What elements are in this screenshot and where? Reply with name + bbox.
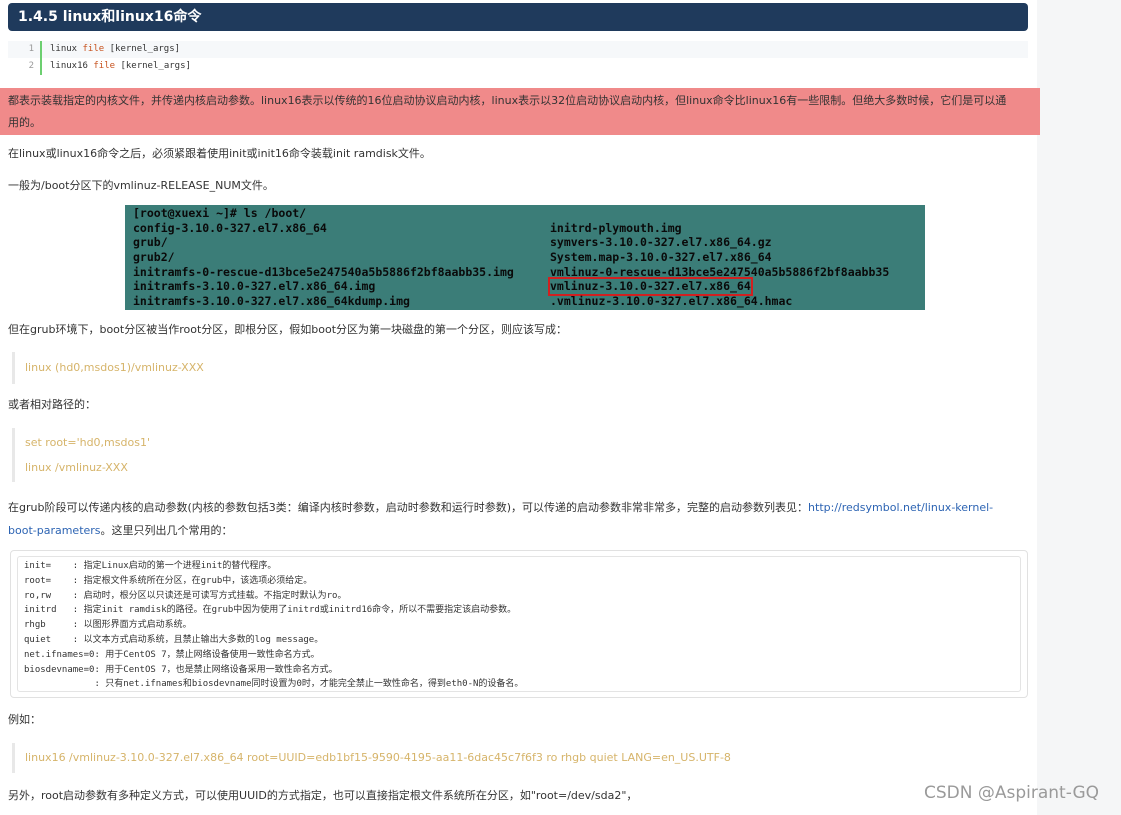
blockquote: set root='hd0,msdos1' linux /vmlinuz-XXX bbox=[12, 428, 1028, 482]
terminal-file: initrd-plymouth.img bbox=[550, 220, 682, 235]
code-block: 1 linux file [kernel_args] 2 linux16 fil… bbox=[8, 41, 1028, 77]
param-line: biosdevname=0: 用于CentOS 7，也是禁止网络设备采用一致性命… bbox=[24, 664, 338, 675]
terminal-file: grub/ bbox=[133, 235, 168, 250]
code-keyword: file bbox=[82, 44, 105, 54]
code-command: linux16 bbox=[50, 61, 88, 71]
line-number: 2 bbox=[8, 58, 42, 75]
line-number: 1 bbox=[8, 41, 42, 58]
params-code-block: init= : 指定Linux启动的第一个进程init的替代程序。 root= … bbox=[10, 550, 1028, 698]
terminal-screenshot: [root@xuexi ~]# ls /boot/ config-3.10.0-… bbox=[125, 205, 925, 310]
params-code: init= : 指定Linux启动的第一个进程init的替代程序。 root= … bbox=[17, 556, 1021, 692]
paragraph: 在grub阶段可以传递内核的启动参数(内核的参数包括3类：编译内核时参数，启动时… bbox=[8, 501, 994, 537]
blockquote: linux (hd0,msdos1)/vmlinuz-XXX bbox=[12, 352, 1028, 384]
terminal-file-highlighted: vmlinuz-3.10.0-327.el7.x86_64 bbox=[548, 277, 753, 297]
code-line: 1 linux file [kernel_args] bbox=[8, 41, 1028, 58]
paragraph: 一般为/boot分区下的vmlinuz-RELEASE_NUM文件。 bbox=[8, 179, 274, 192]
param-line: root= : 指定根文件系统所在分区，在grub中，该选项必须给定。 bbox=[24, 575, 313, 586]
watermark: CSDN @Aspirant-GQ bbox=[924, 783, 1100, 803]
terminal-file: initramfs-3.10.0-327.el7.x86_64kdump.img bbox=[133, 294, 410, 309]
paragraph: 或者相对路径的： bbox=[8, 398, 96, 411]
param-line: init= : 指定Linux启动的第一个进程init的替代程序。 bbox=[24, 561, 277, 571]
param-line: : 只有net.ifnames和biosdevname同时设置为0时，才能完全禁… bbox=[24, 679, 524, 690]
quote-line: linux /vmlinuz-XXX bbox=[25, 461, 128, 474]
param-line: quiet : 以文本方式启动系统，且禁止输出大多数的log message。 bbox=[24, 634, 324, 645]
paragraph: 但在grub环境下，boot分区被当作root分区，即根分区，假如boot分区为… bbox=[8, 323, 568, 336]
terminal-file: config-3.10.0-327.el7.x86_64 bbox=[133, 220, 327, 235]
section-heading: 1.4.5 linux和linux16命令 bbox=[8, 3, 1028, 31]
terminal-file: grub2/ bbox=[133, 250, 175, 265]
highlighted-paragraph: 都表示装载指定的内核文件，并传递内核启动参数。linux16表示以传统的16位启… bbox=[0, 88, 1040, 135]
terminal-file: System.map-3.10.0-327.el7.x86_64 bbox=[550, 250, 772, 265]
right-rail bbox=[1037, 0, 1121, 815]
quote-line: linux (hd0,msdos1)/vmlinuz-XXX bbox=[25, 361, 204, 374]
param-line: initrd : 指定init ramdisk的路径。在grub中因为使用了in… bbox=[24, 605, 517, 616]
quote-line: linux16 /vmlinuz-3.10.0-327.el7.x86_64 r… bbox=[25, 751, 731, 764]
terminal-file: initramfs-0-rescue-d13bce5e247540a5b5886… bbox=[133, 264, 514, 279]
param-line: net.ifnames=0: 用于CentOS 7，禁止网络设备使用一致性命名方… bbox=[24, 649, 320, 660]
code-arg: [kernel_args] bbox=[120, 61, 191, 71]
paragraph: 例如： bbox=[8, 713, 41, 726]
code-arg: [kernel_args] bbox=[109, 44, 181, 54]
param-line: ro,rw : 启动时，根分区以只读还是可读写方式挂载。不指定时默认为ro。 bbox=[24, 590, 347, 601]
highlight-line: 用的。 bbox=[8, 116, 41, 129]
paragraph: 在linux或linux16命令之后，必须紧跟着使用init或init16命令装… bbox=[8, 147, 431, 160]
highlight-line: 都表示装载指定的内核文件，并传递内核启动参数。linux16表示以传统的16位启… bbox=[8, 94, 1007, 107]
blockquote: linux16 /vmlinuz-3.10.0-327.el7.x86_64 r… bbox=[12, 743, 1028, 773]
terminal-file: vmlinuz-0-rescue-d13bce5e247540a5b5886f2… bbox=[550, 264, 890, 279]
kernel-params-link-cont[interactable]: boot-parameters bbox=[8, 524, 101, 537]
terminal-file: initramfs-3.10.0-327.el7.x86_64.img bbox=[133, 279, 376, 294]
code-line: 2 linux16 file [kernel_args] bbox=[8, 58, 1028, 75]
param-line: rhgb : 以图形界面方式启动系统。 bbox=[24, 620, 192, 631]
terminal-file: symvers-3.10.0-327.el7.x86_64.gz bbox=[550, 235, 772, 250]
kernel-params-link[interactable]: http://redsymbol.net/linux-kernel- bbox=[808, 501, 993, 514]
terminal-prompt: [root@xuexi ~]# ls /boot/ bbox=[133, 206, 307, 220]
terminal-file: .vmlinuz-3.10.0-327.el7.x86_64.hmac bbox=[550, 294, 793, 309]
paragraph: 另外，root启动参数有多种定义方式，可以使用UUID的方式指定，也可以直接指定… bbox=[8, 789, 638, 802]
code-keyword: file bbox=[93, 61, 116, 71]
code-command: linux bbox=[50, 44, 78, 54]
quote-line: set root='hd0,msdos1' bbox=[25, 436, 150, 449]
